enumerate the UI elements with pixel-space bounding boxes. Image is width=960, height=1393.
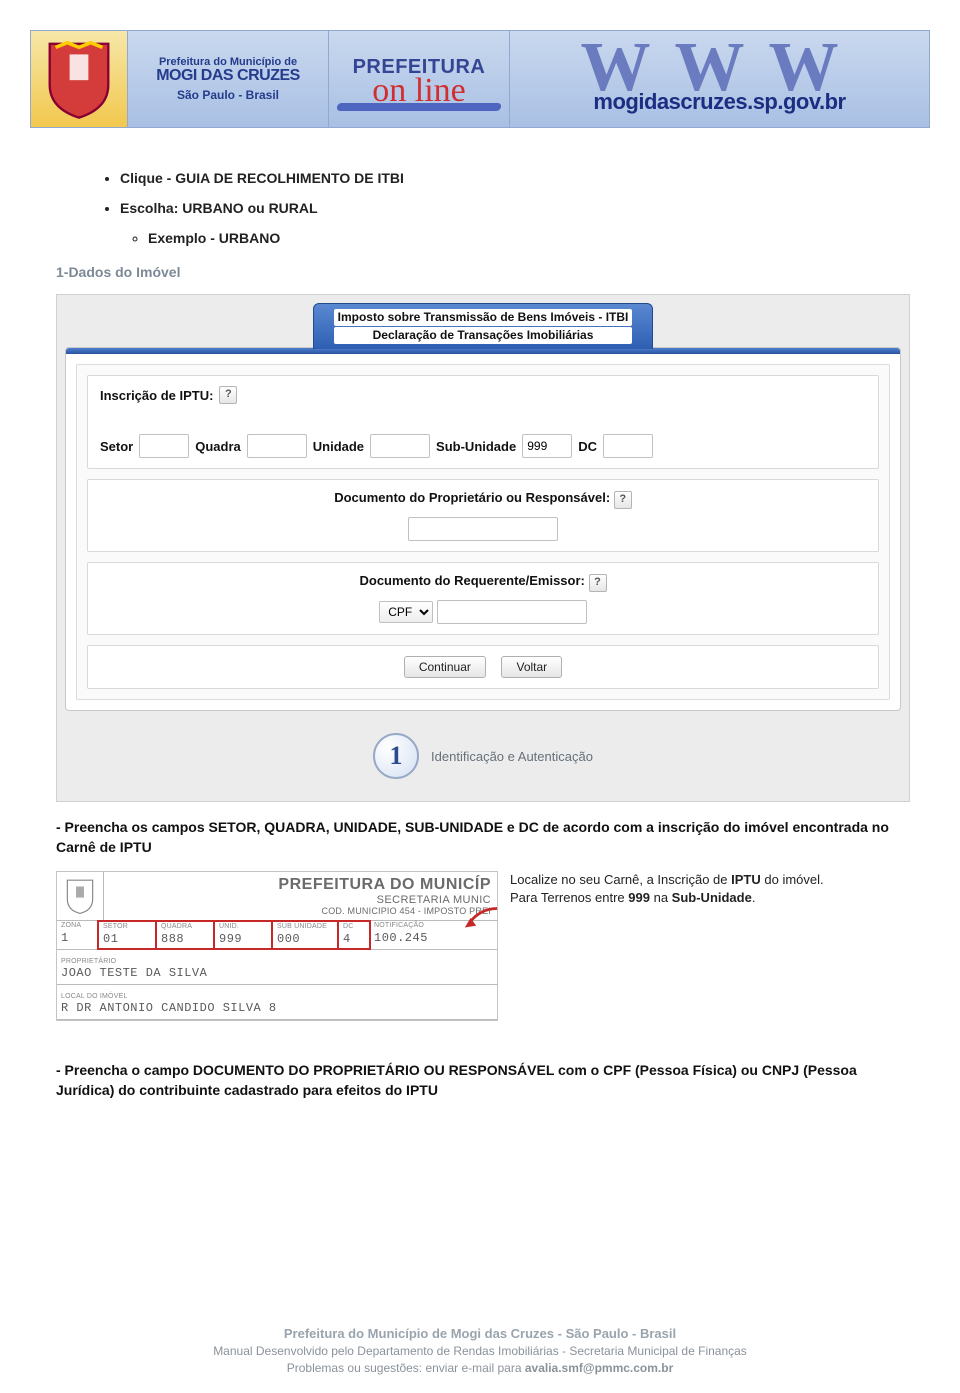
carne-title2: SECRETARIA MUNIC (106, 894, 491, 906)
val-dc: 4 (343, 932, 351, 946)
val-subunid: 000 (277, 932, 300, 946)
footer-line1: Prefeitura do Município de Mogi das Cruz… (30, 1325, 930, 1343)
val-prop: JOAO TESTE DA SILVA (61, 966, 493, 980)
stage-text: Identificação e Autenticação (431, 749, 593, 764)
doc-req-label: Documento do Requerente/Emissor: (360, 573, 585, 588)
hdr-unid: UNID. (219, 923, 267, 930)
iptu-label: Inscrição de IPTU: (100, 388, 213, 403)
footer-line3: Problemas ou sugestões: enviar e-mail pa… (30, 1360, 930, 1377)
val-local: R DR ANTONIO CANDIDO SILVA 8 (61, 1001, 493, 1015)
hdr-setor: SETOR (103, 923, 151, 930)
wizard-stage: 1 Identificação e Autenticação (65, 733, 901, 779)
val-zona: 1 (61, 931, 69, 945)
bullet-list: Clique - GUIA DE RECOLHIMENTO DE ITBI Es… (92, 170, 894, 216)
help-icon[interactable]: ? (219, 386, 237, 404)
title-line2: MOGI DAS CRUZES (156, 68, 300, 84)
carne-illustration-row: PREFEITURA DO MUNICÍP SECRETARIA MUNIC C… (56, 871, 910, 1021)
tab-line1: Imposto sobre Transmissão de Bens Imóvei… (334, 309, 633, 326)
hdr-local: LOCAL DO IMÓVEL (61, 993, 128, 1000)
step-heading: 1-Dados do Imóvel (56, 264, 894, 280)
instruction-note-1: - Preencha os campos SETOR, QUADRA, UNID… (56, 818, 894, 857)
doc-prop-input[interactable] (408, 517, 558, 541)
bullet-2: Escolha: URBANO ou RURAL (120, 200, 894, 216)
sub-bullet-1: Exemplo - URBANO (148, 230, 894, 246)
carne-card: PREFEITURA DO MUNICÍP SECRETARIA MUNIC C… (56, 871, 498, 1021)
title-line3: São Paulo - Brasil (177, 88, 279, 102)
subunidade-input[interactable] (522, 434, 572, 458)
hdr-notif: NOTIFICAÇÃO (374, 922, 493, 929)
dc-label: DC (578, 439, 597, 454)
val-notif: 100.245 (374, 931, 428, 945)
sub-bullet-list: Exemplo - URBANO (92, 230, 894, 246)
hdr-prop: PROPRIETÁRIO (61, 958, 116, 965)
footer-line2: Manual Desenvolvido pelo Departamento de… (30, 1343, 930, 1360)
val-quadra: 888 (161, 932, 184, 946)
help-icon[interactable]: ? (614, 491, 632, 509)
iptu-fieldset: Inscrição de IPTU: ? Setor Quadra Unidad… (87, 375, 879, 469)
footer-email: avalia.smf@pmmc.com.br (525, 1361, 673, 1375)
www-icon: WWW (581, 43, 859, 93)
brand-swash-icon (336, 103, 501, 111)
val-unid: 999 (219, 932, 242, 946)
quadra-input[interactable] (247, 434, 307, 458)
tab-line2: Declaração de Transações Imobiliárias (334, 327, 633, 344)
document-page: Prefeitura do Município de MOGI DAS CRUZ… (0, 0, 960, 1393)
quadra-label: Quadra (195, 439, 241, 454)
val-setor: 01 (103, 932, 118, 946)
continue-button[interactable]: Continuar (404, 656, 486, 678)
unidade-label: Unidade (313, 439, 364, 454)
city-crest-icon (31, 31, 127, 127)
brand-logo: PREFEITURA on line (329, 31, 510, 127)
page-header: Prefeitura do Município de MOGI DAS CRUZ… (30, 30, 930, 128)
site-url: mogidascruzes.sp.gov.br (593, 89, 845, 115)
carne-title1: PREFEITURA DO MUNICÍP (106, 876, 491, 894)
carne-note: Localize no seu Carnê, a Inscrição de IP… (510, 871, 910, 906)
carne-title3: COD. MUNICIPIO 454 - IMPOSTO PREI (106, 906, 491, 916)
municipality-title: Prefeitura do Município de MOGI DAS CRUZ… (127, 31, 329, 127)
hdr-dc: DC (343, 923, 365, 930)
setor-input[interactable] (139, 434, 189, 458)
hdr-quadra: QUADRA (161, 923, 209, 930)
hdr-subunid: SUB UNIDADE (277, 923, 333, 930)
dc-input[interactable] (603, 434, 653, 458)
content-area: Clique - GUIA DE RECOLHIMENTO DE ITBI Es… (30, 128, 930, 1100)
doc-prop-fieldset: Documento do Proprietário ou Responsável… (87, 479, 879, 552)
doc-type-select[interactable]: CPF (379, 601, 433, 623)
bullet-1: Clique - GUIA DE RECOLHIMENTO DE ITBI (120, 170, 894, 186)
stage-number-icon: 1 (373, 733, 419, 779)
doc-prop-label: Documento do Proprietário ou Responsável… (334, 490, 610, 505)
subunidade-label: Sub-Unidade (436, 439, 516, 454)
doc-req-fieldset: Documento do Requerente/Emissor: ? CPF (87, 562, 879, 635)
setor-label: Setor (100, 439, 133, 454)
hdr-zona: ZONA (61, 922, 93, 929)
www-block: WWW mogidascruzes.sp.gov.br (510, 31, 929, 127)
button-row: Continuar Voltar (87, 645, 879, 689)
form-screenshot: Imposto sobre Transmissão de Bens Imóvei… (56, 294, 910, 802)
unidade-input[interactable] (370, 434, 430, 458)
carne-crest-icon (57, 872, 104, 920)
help-icon[interactable]: ? (589, 574, 607, 592)
brand-script: on line (372, 79, 465, 103)
instruction-note-2: - Preencha o campo DOCUMENTO DO PROPRIET… (56, 1061, 894, 1100)
page-footer: Prefeitura do Município de Mogi das Cruz… (30, 1325, 930, 1377)
form-tab-title: Imposto sobre Transmissão de Bens Imóvei… (313, 303, 654, 349)
doc-req-input[interactable] (437, 600, 587, 624)
back-button[interactable]: Voltar (501, 656, 562, 678)
